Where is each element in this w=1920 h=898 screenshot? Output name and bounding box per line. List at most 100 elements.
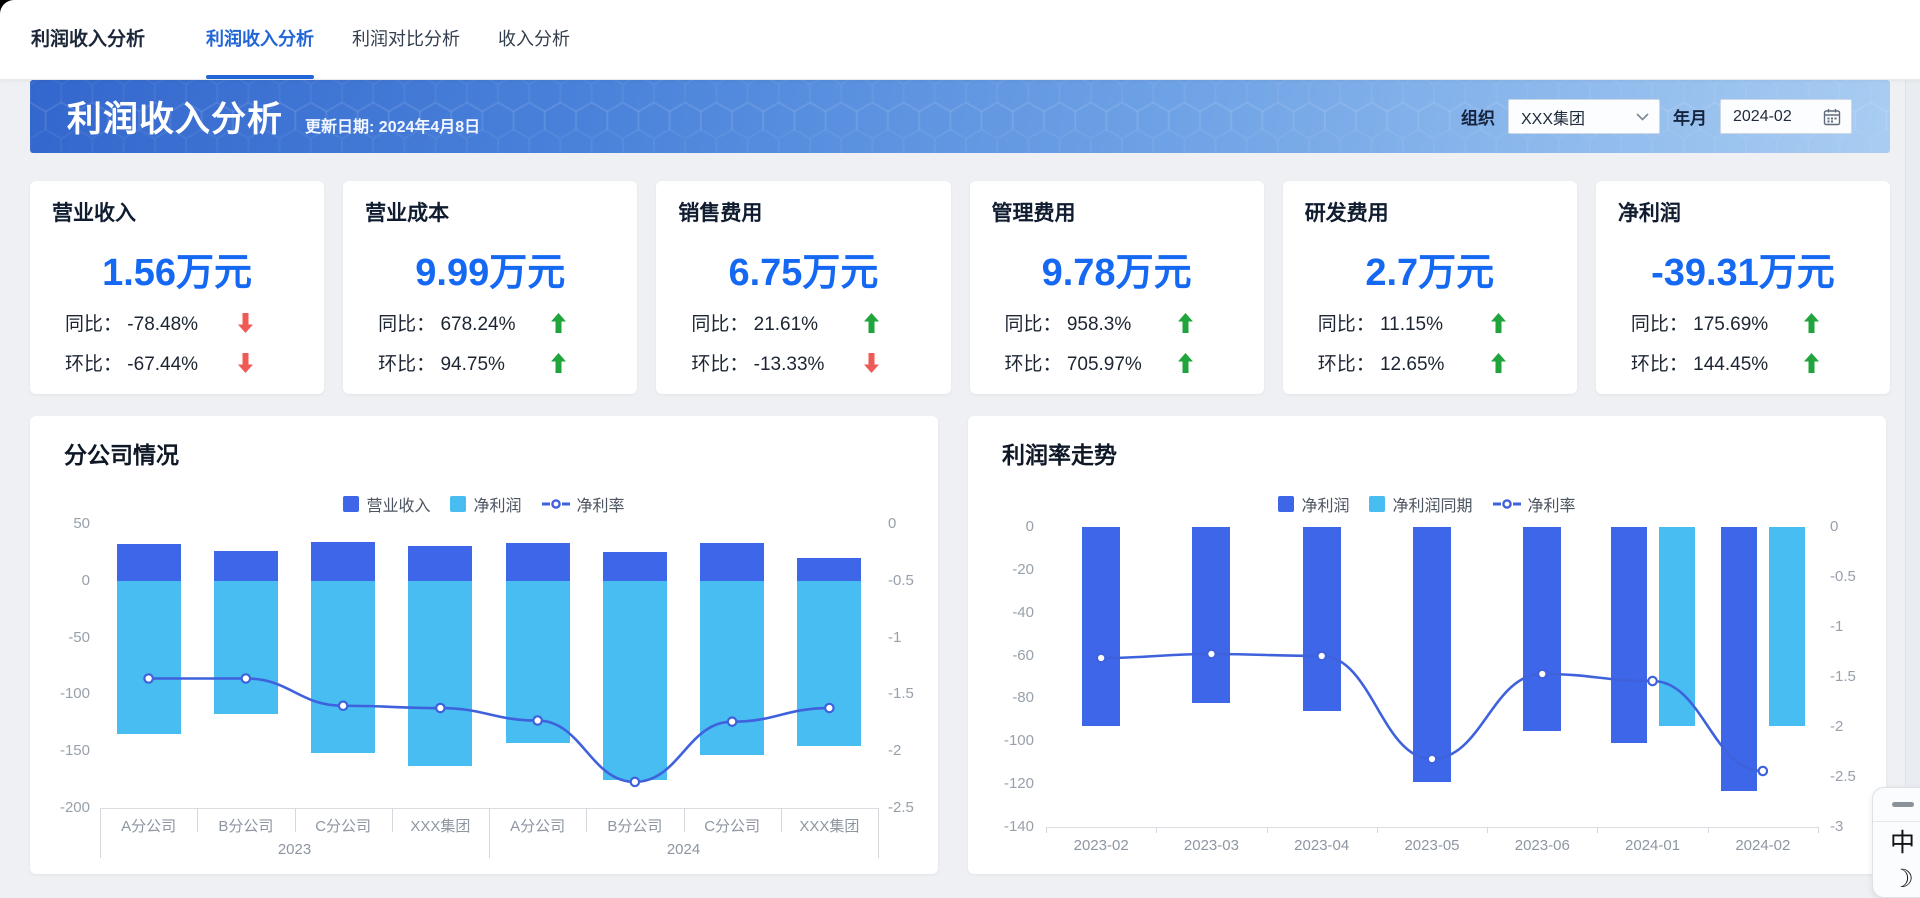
bar[interactable] xyxy=(311,542,376,581)
bar[interactable] xyxy=(1768,527,1805,727)
kpi-mom-text: 环比： 12.65% xyxy=(1317,354,1445,375)
period-date-picker[interactable]: 2024-02 xyxy=(1720,99,1852,134)
axis-tick xyxy=(197,808,199,832)
line-point[interactable] xyxy=(1647,675,1658,687)
x-axis-category-label: 2024-01 xyxy=(1625,837,1681,854)
kpi-mom-row: 环比： 144.45% xyxy=(1618,349,1868,376)
kpi-title: 营业成本 xyxy=(365,202,450,225)
x-axis-group-label: 2023 xyxy=(277,841,312,858)
x-axis-category-label: A分公司 xyxy=(510,818,566,835)
bar[interactable] xyxy=(700,580,765,755)
org-label: 组织 xyxy=(1461,109,1495,128)
trend-arrow-icon xyxy=(864,352,880,373)
axis-tick xyxy=(1156,827,1158,833)
bar[interactable] xyxy=(311,580,376,754)
trend-arrow-icon xyxy=(238,352,253,373)
bar[interactable] xyxy=(700,543,765,581)
kpi-yoy-row: 同比： 11.15% xyxy=(1305,309,1555,336)
language-toggle-button[interactable]: 中 xyxy=(1873,822,1920,860)
bar[interactable] xyxy=(1192,527,1231,703)
x-axis-line xyxy=(1046,827,1818,828)
y-axis-tick-label-left: -40 xyxy=(1012,603,1034,621)
bar[interactable] xyxy=(213,551,278,581)
x-axis-group-label: 2024 xyxy=(666,841,701,858)
bar[interactable] xyxy=(1658,527,1695,727)
kpi-title: 管理费用 xyxy=(991,202,1076,225)
axis-tick xyxy=(391,808,393,832)
bar[interactable] xyxy=(797,558,862,581)
x-axis-category-label: B分公司 xyxy=(218,818,274,835)
kpi-mom-row: 环比： 94.75% xyxy=(365,349,615,376)
kpi-yoy-text: 同比： 678.24% xyxy=(378,314,516,335)
tab-profit-compare-analysis[interactable]: 利润对比分析 xyxy=(352,0,460,79)
tab-profit-income-analysis[interactable]: 利润收入分析 xyxy=(206,0,314,79)
y-axis-tick-label-right: 0 xyxy=(888,515,897,532)
bar[interactable] xyxy=(116,544,181,581)
y-axis-tick-label-right: -2.5 xyxy=(1830,768,1856,785)
update-date: 更新日期: 2024年4月8日 xyxy=(305,118,481,136)
bar[interactable] xyxy=(1610,527,1647,744)
trend-arrow-icon xyxy=(1177,352,1193,373)
charts-row: 分公司情况 营业收入 净利润 净利率 50 0 -50 -100 -150 -200 0 -0.5… xyxy=(30,416,1890,874)
kpi-cards-row: 营业收入 1.56万元 同比： -78.48% 环比： -67.44% 营业成本 9.99… xyxy=(30,181,1891,394)
kpi-yoy-row: 同比： 958.3% xyxy=(992,309,1242,336)
y-axis-tick-label-left: -140 xyxy=(1003,818,1034,835)
bar[interactable] xyxy=(1523,527,1562,731)
chevron-down-icon xyxy=(1636,112,1649,121)
bar[interactable] xyxy=(505,543,570,581)
kpi-mom-text: 环比： 144.45% xyxy=(1630,354,1769,375)
trend-arrow-icon xyxy=(1490,312,1506,333)
kpi-value: 1.56万元 xyxy=(102,252,253,294)
kpi-value: 2.7万元 xyxy=(1365,252,1495,294)
axis-tick xyxy=(1597,827,1599,833)
line-point[interactable] xyxy=(1757,765,1769,777)
axis-tick xyxy=(878,808,879,858)
trend-arrow-icon xyxy=(551,312,567,333)
bar[interactable] xyxy=(1082,527,1121,727)
y-axis-tick-label-left: -150 xyxy=(59,742,90,760)
bar[interactable] xyxy=(1413,527,1451,782)
bar[interactable] xyxy=(602,552,667,581)
x-axis-category-label: 2023-05 xyxy=(1404,837,1460,854)
kpi-title: 销售费用 xyxy=(678,202,763,225)
kpi-mom-row: 环比： 705.97% xyxy=(992,349,1242,376)
kpi-card: 营业成本 9.99万元 同比： 678.24% 环比： 94.75% xyxy=(343,181,638,394)
trend-arrow-icon xyxy=(1177,312,1193,333)
scrollbar-track[interactable] xyxy=(1905,79,1920,898)
y-axis-tick-label-right: -1 xyxy=(1830,618,1844,635)
axis-tick xyxy=(1818,827,1819,833)
y-axis-tick-label-right: 0 xyxy=(1830,518,1839,535)
y-axis-tick-label-right: -1.5 xyxy=(1830,668,1856,685)
trend-arrow-icon xyxy=(238,312,253,333)
kpi-card: 净利润 -39.31万元 同比： 175.69% 环比： 144.45% xyxy=(1595,181,1891,394)
y-axis-tick-label-left: -80 xyxy=(1012,689,1034,707)
bar[interactable] xyxy=(1302,527,1341,712)
org-select[interactable]: XXX集团 xyxy=(1508,99,1660,134)
kpi-mom-text: 环比： 94.75% xyxy=(378,354,505,375)
minus-icon xyxy=(1891,802,1914,807)
tab-income-analysis[interactable]: 收入分析 xyxy=(498,0,570,79)
trend-arrow-icon xyxy=(551,352,567,373)
bar[interactable] xyxy=(408,580,473,766)
bar[interactable] xyxy=(1720,527,1757,791)
chart-plot-area: 50 0 -50 -100 -150 -200 0 -0.5 -1 -1.5 -2 -2.5 A分公司 B… xyxy=(30,416,938,874)
x-axis-category-label: B分公司 xyxy=(607,818,663,835)
bar[interactable] xyxy=(213,580,278,714)
dark-mode-toggle-button[interactable]: ☽ xyxy=(1873,860,1920,898)
app-title: 利润收入分析 xyxy=(31,29,146,50)
toolbar-collapse-handle[interactable] xyxy=(1873,788,1920,822)
kpi-yoy-row: 同比： -78.48% xyxy=(52,309,302,336)
kpi-value: -39.31万元 xyxy=(1651,252,1835,294)
bar[interactable] xyxy=(116,580,181,735)
y-axis-tick-label-left: 0 xyxy=(1025,518,1034,535)
y-axis-tick-label-right: -0.5 xyxy=(1830,568,1856,585)
bar[interactable] xyxy=(408,545,473,581)
period-value: 2024-02 xyxy=(1733,107,1792,125)
x-axis-category-label: 2023-02 xyxy=(1073,837,1129,854)
y-axis-tick-label-left: -120 xyxy=(1003,775,1034,793)
y-axis-tick-label-right: -0.5 xyxy=(888,571,914,589)
bar[interactable] xyxy=(505,580,570,744)
y-axis-tick-label-left: -100 xyxy=(1003,732,1034,750)
bar[interactable] xyxy=(602,580,667,780)
bar[interactable] xyxy=(797,580,862,746)
